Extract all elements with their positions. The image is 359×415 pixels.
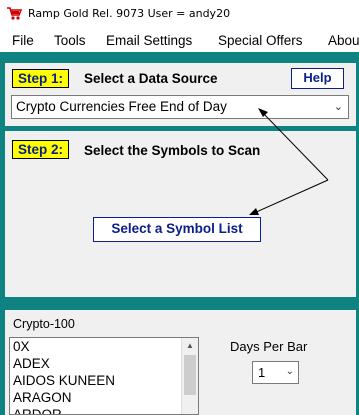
list-item[interactable]: 0X (13, 339, 30, 354)
menu-special-offers[interactable]: Special Offers (218, 33, 303, 48)
step1-badge: Step 1: (12, 69, 70, 88)
days-per-bar-label: Days Per Bar (230, 339, 308, 354)
menu-file[interactable]: File (12, 33, 34, 48)
days-per-bar-value: 1 (258, 365, 266, 380)
list-item[interactable]: ARDOR (13, 407, 62, 414)
symbol-list-name: Crypto-100 (13, 317, 75, 331)
days-per-bar-select[interactable]: 1 ⌄ (252, 361, 299, 384)
scroll-up-icon[interactable]: ▲ (186, 341, 194, 350)
window-title: Ramp Gold Rel. 9073 User = andy20 (28, 7, 231, 20)
list-scrollbar[interactable]: ▲ (181, 338, 198, 414)
data-source-value: Crypto Currencies Free End of Day (16, 99, 227, 114)
menu-tools[interactable]: Tools (54, 33, 86, 48)
list-item[interactable]: ADEX (13, 356, 50, 371)
menu-about[interactable]: About (328, 33, 359, 48)
data-source-select[interactable]: Crypto Currencies Free End of Day ⌄ (11, 95, 349, 119)
step1-heading: Select a Data Source (84, 71, 218, 86)
chevron-down-icon: ⌄ (285, 366, 294, 377)
step2-badge: Step 2: (12, 140, 70, 159)
help-button[interactable]: Help (291, 68, 344, 89)
list-item[interactable]: ARAGON (13, 390, 72, 405)
symbol-listbox[interactable]: 0X ADEX AIDOS KUNEEN ARAGON ARDOR ▲ (9, 337, 199, 415)
menu-email-settings[interactable]: Email Settings (106, 33, 192, 48)
scroll-thumb[interactable] (184, 355, 196, 395)
chevron-down-icon: ⌄ (333, 101, 343, 113)
list-item[interactable]: AIDOS KUNEEN (13, 373, 115, 388)
title-bar: Ramp Gold Rel. 9073 User = andy20 (0, 0, 359, 28)
step2-heading: Select the Symbols to Scan (84, 143, 261, 158)
select-symbol-list-button[interactable]: Select a Symbol List (93, 217, 261, 242)
menu-bar: File Tools Email Settings Special Offers… (0, 28, 359, 52)
cart-icon (7, 7, 22, 20)
